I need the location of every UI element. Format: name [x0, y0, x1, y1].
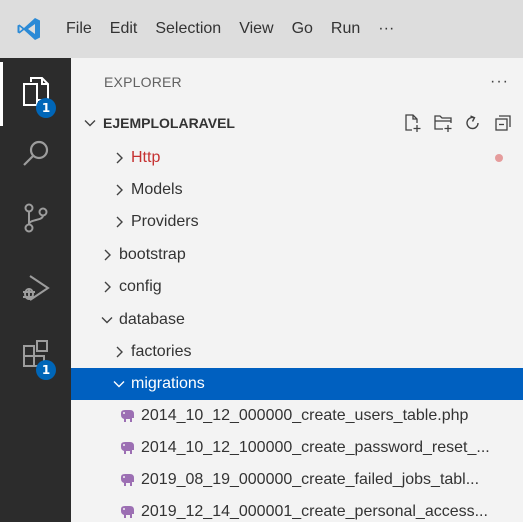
menu-selection[interactable]: Selection	[146, 0, 230, 58]
tree-folder-migrations[interactable]: migrations	[71, 368, 523, 400]
chevron-down-icon	[100, 313, 114, 332]
workspace-title: EJEMPLOLARAVEL	[103, 115, 235, 131]
php-elephant-icon	[119, 473, 135, 492]
tree-label: 2014_10_12_100000_create_password_reset_…	[141, 439, 490, 456]
tree-file[interactable]: 2014_10_12_000000_create_users_table.php	[71, 400, 523, 432]
section-actions	[403, 112, 513, 134]
chevron-right-icon	[100, 248, 114, 267]
tree-label: database	[119, 311, 185, 328]
chevron-down-icon	[83, 116, 97, 135]
run-debug-icon	[20, 272, 52, 309]
tree-label: migrations	[131, 375, 205, 392]
chevron-down-icon	[112, 377, 126, 396]
tree-folder-http[interactable]: Http	[71, 142, 523, 174]
tree-label: Models	[131, 181, 183, 198]
menu-edit[interactable]: Edit	[101, 0, 147, 58]
tree-label: bootstrap	[119, 246, 186, 263]
modified-indicator	[495, 154, 503, 162]
explorer-more-actions[interactable]: ···	[490, 73, 509, 91]
menu-go[interactable]: Go	[283, 0, 322, 58]
chevron-right-icon	[100, 280, 114, 299]
tree-folder-models[interactable]: Models	[71, 174, 523, 206]
tree-label: factories	[131, 343, 192, 360]
tree-folder-bootstrap[interactable]: bootstrap	[71, 239, 523, 271]
collapse-all-icon[interactable]	[493, 112, 513, 134]
search-icon	[21, 139, 51, 174]
tree-folder-factories[interactable]: factories	[71, 336, 523, 368]
explorer-sidebar: EXPLORER ··· EJEMPLOLARAVEL Http Models …	[71, 58, 523, 522]
tree-label: 2014_10_12_000000_create_users_table.php	[141, 407, 469, 424]
chevron-right-icon	[112, 345, 126, 364]
tree-file[interactable]: 2019_12_14_000001_create_personal_access…	[71, 496, 523, 522]
menu-file[interactable]: File	[58, 0, 101, 58]
activity-source-control[interactable]	[0, 188, 71, 252]
activity-search[interactable]	[0, 124, 71, 188]
php-elephant-icon	[119, 409, 135, 428]
tree-label: Providers	[131, 213, 199, 230]
tree-folder-providers[interactable]: Providers	[71, 206, 523, 238]
tree-label: 2019_08_19_000000_create_failed_jobs_tab…	[141, 471, 480, 488]
activity-explorer[interactable]: 1	[0, 62, 71, 126]
menu-bar: File Edit Selection View Go Run ···	[58, 0, 403, 58]
source-control-icon	[22, 202, 50, 239]
php-elephant-icon	[119, 505, 135, 522]
tree-folder-config[interactable]: config	[71, 271, 523, 303]
activity-extensions[interactable]: 1	[0, 324, 71, 388]
explorer-header: EXPLORER ···	[71, 58, 523, 106]
tree-label: config	[119, 278, 162, 295]
new-file-icon[interactable]	[403, 112, 423, 134]
tree-label: 2019_12_14_000001_create_personal_access…	[141, 503, 488, 520]
chevron-right-icon	[112, 151, 126, 170]
tree-folder-database[interactable]: database	[71, 304, 523, 336]
php-elephant-icon	[119, 441, 135, 460]
explorer-badge: 1	[36, 98, 56, 118]
vscode-logo-icon	[0, 0, 58, 58]
menu-more[interactable]: ···	[369, 0, 403, 58]
workspace-section-header[interactable]: EJEMPLOLARAVEL	[71, 106, 523, 140]
refresh-icon[interactable]	[463, 112, 483, 134]
tree-label: Http	[131, 149, 161, 166]
explorer-title: EXPLORER	[104, 74, 182, 90]
menu-view[interactable]: View	[230, 0, 282, 58]
title-bar: File Edit Selection View Go Run ···	[0, 0, 523, 58]
new-folder-icon[interactable]	[433, 112, 453, 134]
tree-file[interactable]: 2019_08_19_000000_create_failed_jobs_tab…	[71, 464, 523, 496]
activity-bar: 1 1	[0, 58, 71, 522]
menu-run[interactable]: Run	[322, 0, 369, 58]
extensions-badge: 1	[36, 360, 56, 380]
chevron-right-icon	[112, 183, 126, 202]
chevron-right-icon	[112, 215, 126, 234]
tree-file[interactable]: 2014_10_12_100000_create_password_reset_…	[71, 432, 523, 464]
activity-run-debug[interactable]	[0, 258, 71, 322]
